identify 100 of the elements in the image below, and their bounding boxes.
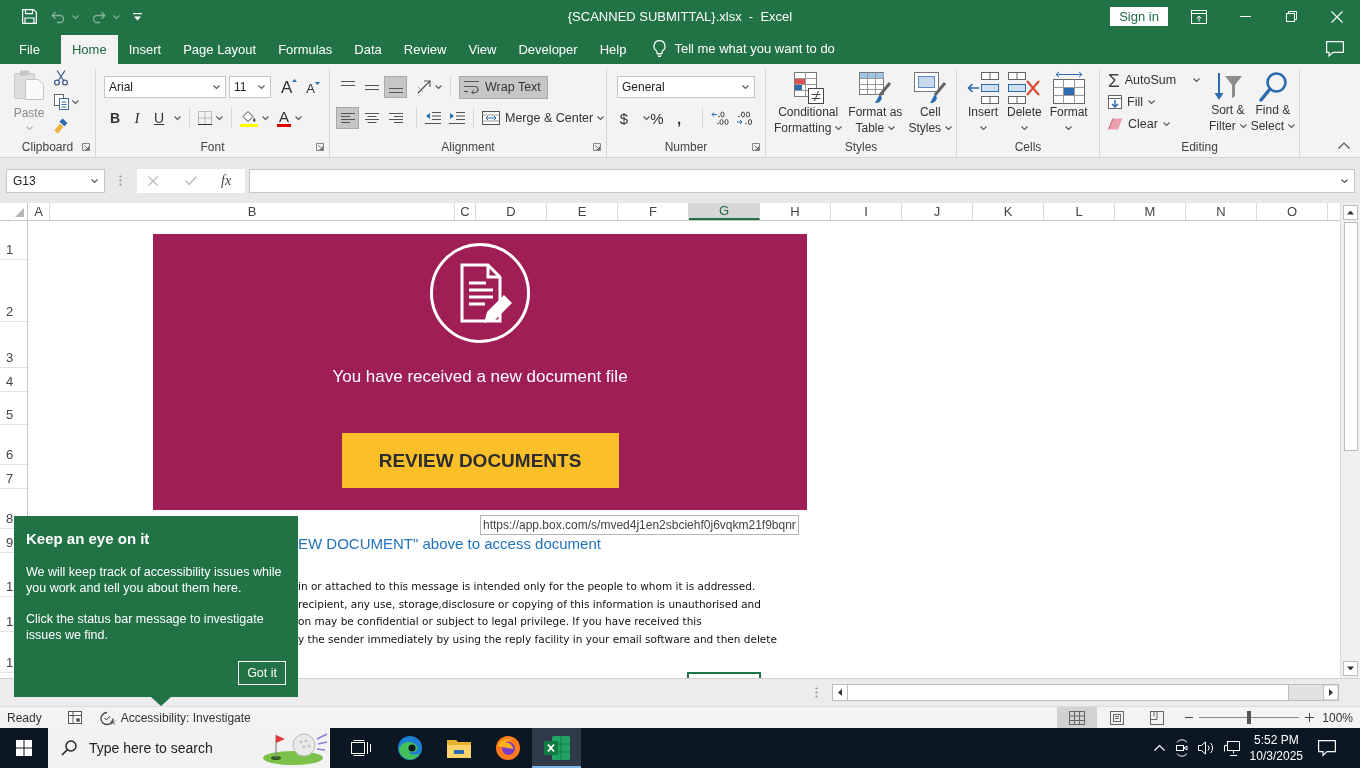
caret-icon[interactable] xyxy=(979,126,987,130)
ribbon-tab[interactable]: Insert xyxy=(117,35,173,64)
merge-center-button[interactable]: Merge & Center xyxy=(482,111,594,125)
sort-filter-button[interactable]: Sort & Filter xyxy=(1209,69,1247,137)
find-select-button[interactable]: Find & Select xyxy=(1250,69,1296,137)
grow-font-button[interactable]: A xyxy=(281,78,298,96)
caret-icon[interactable] xyxy=(1239,124,1247,128)
zoom-level[interactable]: 100% xyxy=(1322,710,1353,725)
italic-button[interactable]: I xyxy=(126,107,148,129)
row-header[interactable]: 5 xyxy=(6,408,14,422)
ribbon-tab[interactable]: Help xyxy=(588,35,638,64)
column-header[interactable]: J xyxy=(902,203,973,220)
message-icon[interactable] xyxy=(1318,740,1336,756)
ribbon-tab[interactable]: Review xyxy=(392,35,458,64)
vertical-dots-icon[interactable] xyxy=(815,687,818,698)
fill-button[interactable]: Fill xyxy=(1108,95,1143,109)
accessibility-icon[interactable] xyxy=(99,710,116,725)
scrollbar-thumb[interactable] xyxy=(1343,222,1358,451)
row-header[interactable]: 1 xyxy=(6,656,14,670)
copy-icon[interactable] xyxy=(54,94,69,110)
row-header[interactable]: 1 xyxy=(6,615,14,629)
sign-in-button[interactable]: Sign in xyxy=(1110,7,1168,26)
cell-styles-button[interactable]: Cell Styles xyxy=(908,72,953,136)
corner-arrow-icon[interactable] xyxy=(82,143,90,151)
insert-cells-button[interactable]: Insert xyxy=(967,72,999,130)
windows-logo-icon[interactable] xyxy=(16,740,32,756)
currency-button[interactable]: $ xyxy=(617,107,631,129)
network-icon[interactable] xyxy=(1223,740,1240,756)
camera-icon[interactable] xyxy=(1173,740,1188,756)
corner-arrow-icon[interactable] xyxy=(593,143,601,151)
number-format-field[interactable]: General xyxy=(617,76,755,98)
minimize-icon[interactable] xyxy=(1239,16,1251,17)
column-header[interactable]: C xyxy=(455,203,476,220)
column-header[interactable]: O xyxy=(1257,203,1328,220)
row-header[interactable]: 7 xyxy=(6,472,14,486)
row-header[interactable]: 1 xyxy=(6,243,14,257)
caret-icon[interactable] xyxy=(597,116,605,120)
caret-icon[interactable] xyxy=(435,85,442,89)
chevron-up-icon[interactable] xyxy=(1338,142,1350,149)
insert-function-button[interactable]: fx xyxy=(221,172,232,189)
column-header[interactable]: D xyxy=(476,203,547,220)
caret-icon[interactable] xyxy=(295,116,302,120)
comma-button[interactable]: , xyxy=(672,107,686,129)
ribbon-tab[interactable]: Data xyxy=(343,35,393,64)
lightbulb-icon[interactable] xyxy=(653,40,667,57)
restore-icon[interactable] xyxy=(1285,11,1297,22)
column-header[interactable]: L xyxy=(1044,203,1115,220)
ribbon-tab[interactable]: Page Layout xyxy=(172,35,268,64)
autosum-button[interactable]: Σ AutoSum xyxy=(1108,70,1177,90)
font-name-field[interactable]: Arial xyxy=(104,76,226,98)
caret-icon[interactable] xyxy=(1341,178,1348,183)
ribbon-tab[interactable]: File xyxy=(8,35,51,64)
speaker-icon[interactable] xyxy=(1197,741,1214,755)
row-header[interactable]: 9 xyxy=(6,536,14,550)
percent-button[interactable]: % xyxy=(650,107,664,129)
paint-bucket-icon[interactable] xyxy=(240,109,258,127)
clock-date[interactable]: 10/3/2025 xyxy=(1249,748,1303,764)
row-header[interactable]: 6 xyxy=(6,448,14,462)
close-icon[interactable] xyxy=(1331,10,1343,23)
ribbon-tab[interactable]: View xyxy=(457,35,508,64)
caret-icon[interactable] xyxy=(1193,78,1200,82)
font-color-button[interactable]: A xyxy=(277,109,291,127)
review-documents-button[interactable]: REVIEW DOCUMENTS xyxy=(341,433,619,488)
column-header[interactable]: G xyxy=(689,203,760,220)
bar-triangle-icon[interactable] xyxy=(133,12,142,21)
indent-icon[interactable] xyxy=(449,112,465,124)
paintbrush-icon[interactable] xyxy=(54,118,68,134)
row-header[interactable]: 4 xyxy=(6,375,14,389)
caret-icon[interactable] xyxy=(72,100,79,104)
shrink-font-button[interactable]: A xyxy=(306,79,320,95)
caret-icon[interactable] xyxy=(835,126,843,130)
scrollbar-thumb[interactable] xyxy=(847,685,1289,700)
border-grid-icon[interactable] xyxy=(198,111,212,125)
column-header[interactable]: I xyxy=(831,203,902,220)
vertical-dots-icon[interactable] xyxy=(119,175,122,186)
tell-me-field[interactable]: Tell me what you want to do xyxy=(674,41,865,56)
bold-button[interactable]: B xyxy=(104,107,126,129)
accessibility-status[interactable]: Accessibility: Investigate xyxy=(120,710,251,725)
comment-icon[interactable] xyxy=(1326,40,1344,57)
ribbon-tab[interactable]: Home xyxy=(60,35,118,64)
got-it-button[interactable]: Got it xyxy=(238,661,286,685)
caret-icon[interactable] xyxy=(1162,122,1170,126)
caret-icon[interactable] xyxy=(945,126,953,130)
increase-decimal-icon[interactable] xyxy=(711,111,729,125)
search-field[interactable]: Type here to search xyxy=(89,740,239,756)
caret-icon[interactable] xyxy=(174,116,181,120)
align-bottom-button[interactable] xyxy=(384,76,407,98)
caret-icon[interactable] xyxy=(1065,126,1073,130)
name-box[interactable]: G13 xyxy=(6,168,105,193)
clear-button[interactable]: Clear xyxy=(1108,117,1158,131)
plus-icon[interactable] xyxy=(1305,713,1315,722)
row-header[interactable]: 8 xyxy=(6,512,14,526)
row-header[interactable]: 1 xyxy=(6,580,14,594)
column-header[interactable]: H xyxy=(760,203,831,220)
row-header[interactable]: 3 xyxy=(6,351,14,365)
underline-button[interactable]: U xyxy=(148,107,170,129)
outdent-icon[interactable] xyxy=(425,112,441,124)
vertical-scrollbar[interactable] xyxy=(1340,203,1360,678)
ribbon-tab[interactable]: Developer xyxy=(507,35,589,64)
column-header[interactable]: E xyxy=(547,203,618,220)
